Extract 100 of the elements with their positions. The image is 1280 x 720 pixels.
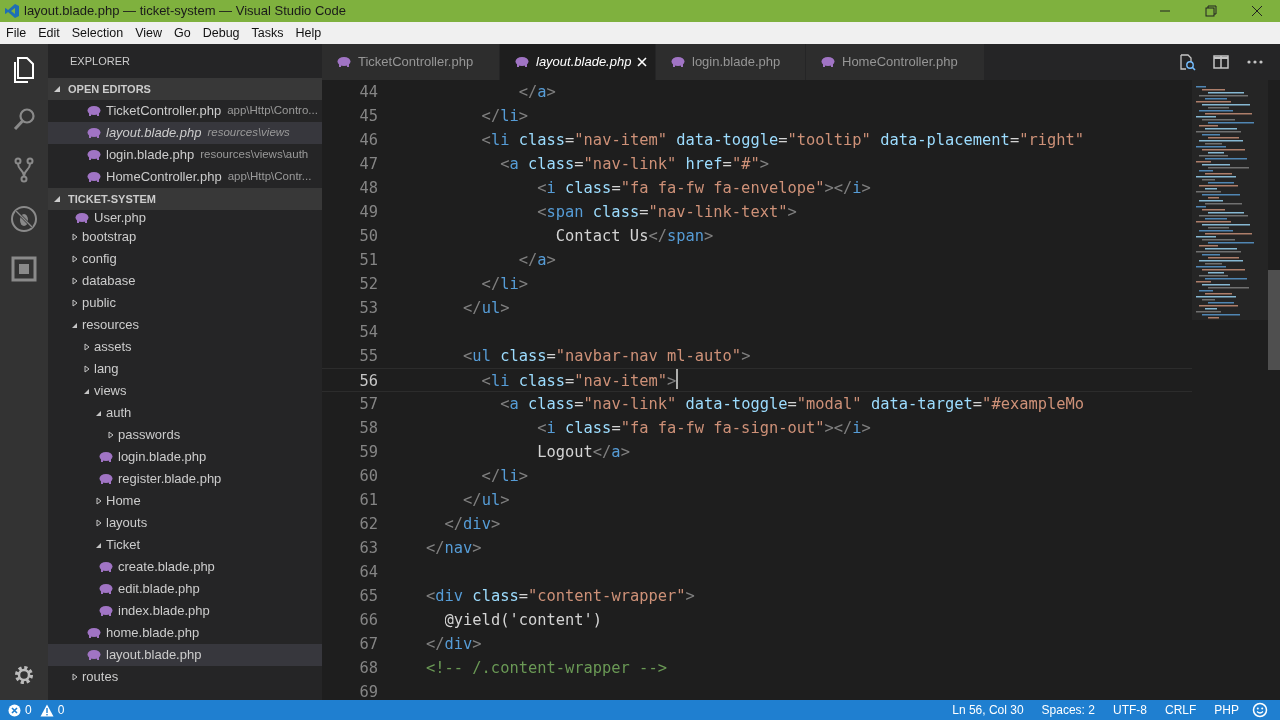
folder-tree-item[interactable]: lang: [48, 358, 322, 380]
menu-item[interactable]: Selection: [65, 23, 130, 43]
scrollbar-thumb[interactable]: [1268, 270, 1280, 370]
menu-item[interactable]: Tasks: [245, 23, 290, 43]
collapse-arrow-icon[interactable]: [52, 194, 62, 204]
file-tree-item[interactable]: home.blade.php: [48, 622, 322, 644]
error-count[interactable]: 0: [25, 701, 36, 719]
line-number: 49: [358, 202, 378, 223]
code-line: </div>: [444, 514, 501, 535]
folder-tree-item[interactable]: Home: [48, 490, 322, 512]
folder-tree-item[interactable]: bootstrap: [48, 226, 322, 248]
folder-tree-item[interactable]: Ticket: [48, 534, 322, 556]
folder-tree-item[interactable]: auth: [48, 402, 322, 424]
menu-item[interactable]: Debug: [196, 23, 246, 43]
menu-item[interactable]: File: [0, 23, 33, 43]
code-line: </ul>: [463, 490, 510, 511]
line-number: 59: [358, 442, 378, 463]
collapsed-arrow-icon: [82, 364, 92, 374]
extensions-icon[interactable]: [9, 254, 39, 284]
line-number: 50: [358, 226, 378, 247]
open-editor-item[interactable]: login.blade.php resources\views\auth: [48, 144, 322, 166]
line-number: 56: [358, 371, 378, 391]
code-line: <div class="content-wrapper">: [426, 586, 695, 607]
code-line: </a>: [518, 82, 556, 103]
code-line: @yield('content'): [444, 610, 603, 631]
line-number: 51: [358, 250, 378, 271]
find-file-icon[interactable]: [1178, 53, 1196, 71]
warning-icon[interactable]: [39, 703, 54, 717]
code-line: Logout</a>: [537, 442, 630, 463]
code-line: </li>: [481, 466, 528, 487]
status-item[interactable]: PHP: [1205, 701, 1248, 719]
status-item[interactable]: Ln 56, Col 30: [943, 701, 1033, 719]
status-item[interactable]: CRLF: [1155, 701, 1206, 719]
line-number: 63: [358, 538, 378, 559]
warning-count[interactable]: 0: [57, 701, 65, 719]
line-number: 46: [358, 130, 378, 151]
folder-tree-item[interactable]: config: [48, 248, 322, 270]
collapsed-arrow-icon: [70, 232, 80, 242]
editor-tab[interactable]: login.blade.php: [656, 44, 806, 80]
line-number: 44: [358, 82, 378, 103]
collapsed-arrow-icon: [70, 298, 80, 308]
code-line: <a class="nav-link" href="#">: [500, 154, 769, 175]
editor-tab[interactable]: layout.blade.php: [500, 44, 656, 80]
code-line: <a class="nav-link" data-toggle="modal" data-target="#exampleMo: [500, 394, 1085, 415]
code-line: </li>: [481, 106, 528, 127]
close-icon[interactable]: [637, 57, 648, 67]
menu-item[interactable]: Edit: [32, 23, 66, 43]
editor-tab[interactable]: TicketController.php: [322, 44, 500, 80]
code-line: <!-- /.content-wrapper -->: [426, 658, 667, 679]
editor-tab[interactable]: HomeController.php: [806, 44, 985, 80]
status-item[interactable]: Spaces: 2: [1032, 701, 1104, 719]
code-line: <li class="nav-item">: [481, 371, 677, 391]
line-number: 62: [358, 514, 378, 535]
php-file-icon: [514, 54, 530, 70]
sidebar-title: EXPLORER: [70, 53, 130, 69]
collapsed-arrow-icon: [70, 672, 80, 682]
code-line: </li>: [481, 274, 528, 295]
menu-item[interactable]: Go: [168, 23, 197, 43]
line-number: 68: [358, 658, 378, 679]
open-editor-item[interactable]: TicketController.php app\Http\Contro...: [48, 100, 322, 122]
line-number: 65: [358, 586, 378, 607]
folder-tree-item[interactable]: assets: [48, 336, 322, 358]
php-file-icon: [86, 169, 102, 185]
file-path: resources\views: [207, 125, 290, 141]
file-tree-item[interactable]: index.blade.php: [48, 600, 322, 622]
open-editor-item[interactable]: layout.blade.php resources\views: [48, 122, 322, 144]
error-icon[interactable]: [8, 703, 21, 717]
folder-tree-item[interactable]: routes: [48, 666, 322, 688]
split-editor-icon[interactable]: [1212, 53, 1230, 71]
folder-tree-item[interactable]: passwords: [48, 424, 322, 446]
code-line: </nav>: [426, 538, 482, 559]
file-tree-item[interactable]: layout.blade.php: [48, 644, 322, 666]
file-tree-item[interactable]: register.blade.php: [48, 468, 322, 490]
menu-item[interactable]: Help: [289, 23, 328, 43]
file-tree-item[interactable]: login.blade.php: [48, 446, 322, 468]
settings-icon[interactable]: [12, 663, 36, 687]
folder-tree-item[interactable]: database: [48, 270, 322, 292]
collapse-arrow-icon[interactable]: [52, 84, 62, 94]
file-name: layout.blade.php: [106, 124, 202, 143]
code-line: </div>: [426, 634, 482, 655]
php-file-icon: [86, 125, 102, 141]
file-tree-item[interactable]: create.blade.php: [48, 556, 322, 578]
window-title: layout.blade.php — ticket-system — Visual Studio Code: [24, 2, 347, 21]
folder-tree-item[interactable]: layouts: [48, 512, 322, 534]
line-number: 61: [358, 490, 378, 511]
folder-tree-item[interactable]: views: [48, 380, 322, 402]
open-editor-item[interactable]: HomeController.php app\Http\Contr...: [48, 166, 322, 188]
line-number: 52: [358, 274, 378, 295]
no-bug-icon[interactable]: [9, 204, 39, 234]
collapsed-arrow-icon: [70, 276, 80, 286]
folder-tree-item[interactable]: public: [48, 292, 322, 314]
status-item[interactable]: UTF-8: [1103, 701, 1156, 719]
menu-item[interactable]: View: [129, 23, 168, 43]
file-tree-item[interactable]: User.php: [48, 210, 322, 226]
folder-tree-item[interactable]: resources: [48, 314, 322, 336]
smiley-icon[interactable]: [1252, 702, 1268, 718]
php-file-icon: [98, 603, 114, 619]
code-line: <i class="fa fa-fw fa-envelope"></i>: [537, 178, 871, 199]
php-file-icon: [86, 147, 102, 163]
file-tree-item[interactable]: edit.blade.php: [48, 578, 322, 600]
